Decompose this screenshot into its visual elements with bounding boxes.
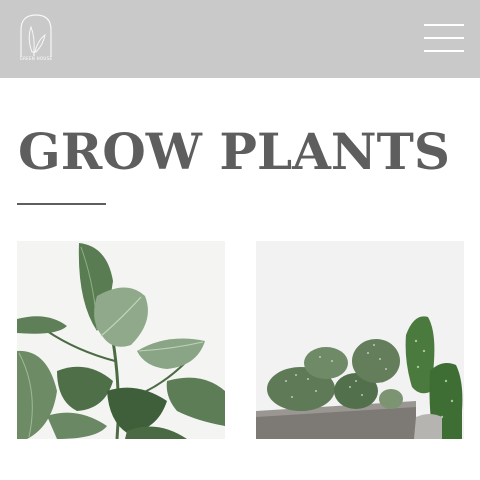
hamburger-menu-icon[interactable]: [420, 20, 466, 54]
plant-leaf-logo-icon: [20, 14, 52, 57]
rubber-plant-image: [17, 241, 225, 439]
logo-text: GREEN HOUSE: [19, 56, 53, 61]
site-header: GREEN HOUSE: [0, 0, 480, 78]
cactus-image: [256, 241, 464, 439]
gallery-image-cactus[interactable]: [256, 241, 464, 439]
title-underline: [17, 203, 106, 205]
page-title: GROW PLANTS: [18, 122, 450, 181]
gallery-image-rubber-plant[interactable]: [17, 241, 225, 439]
